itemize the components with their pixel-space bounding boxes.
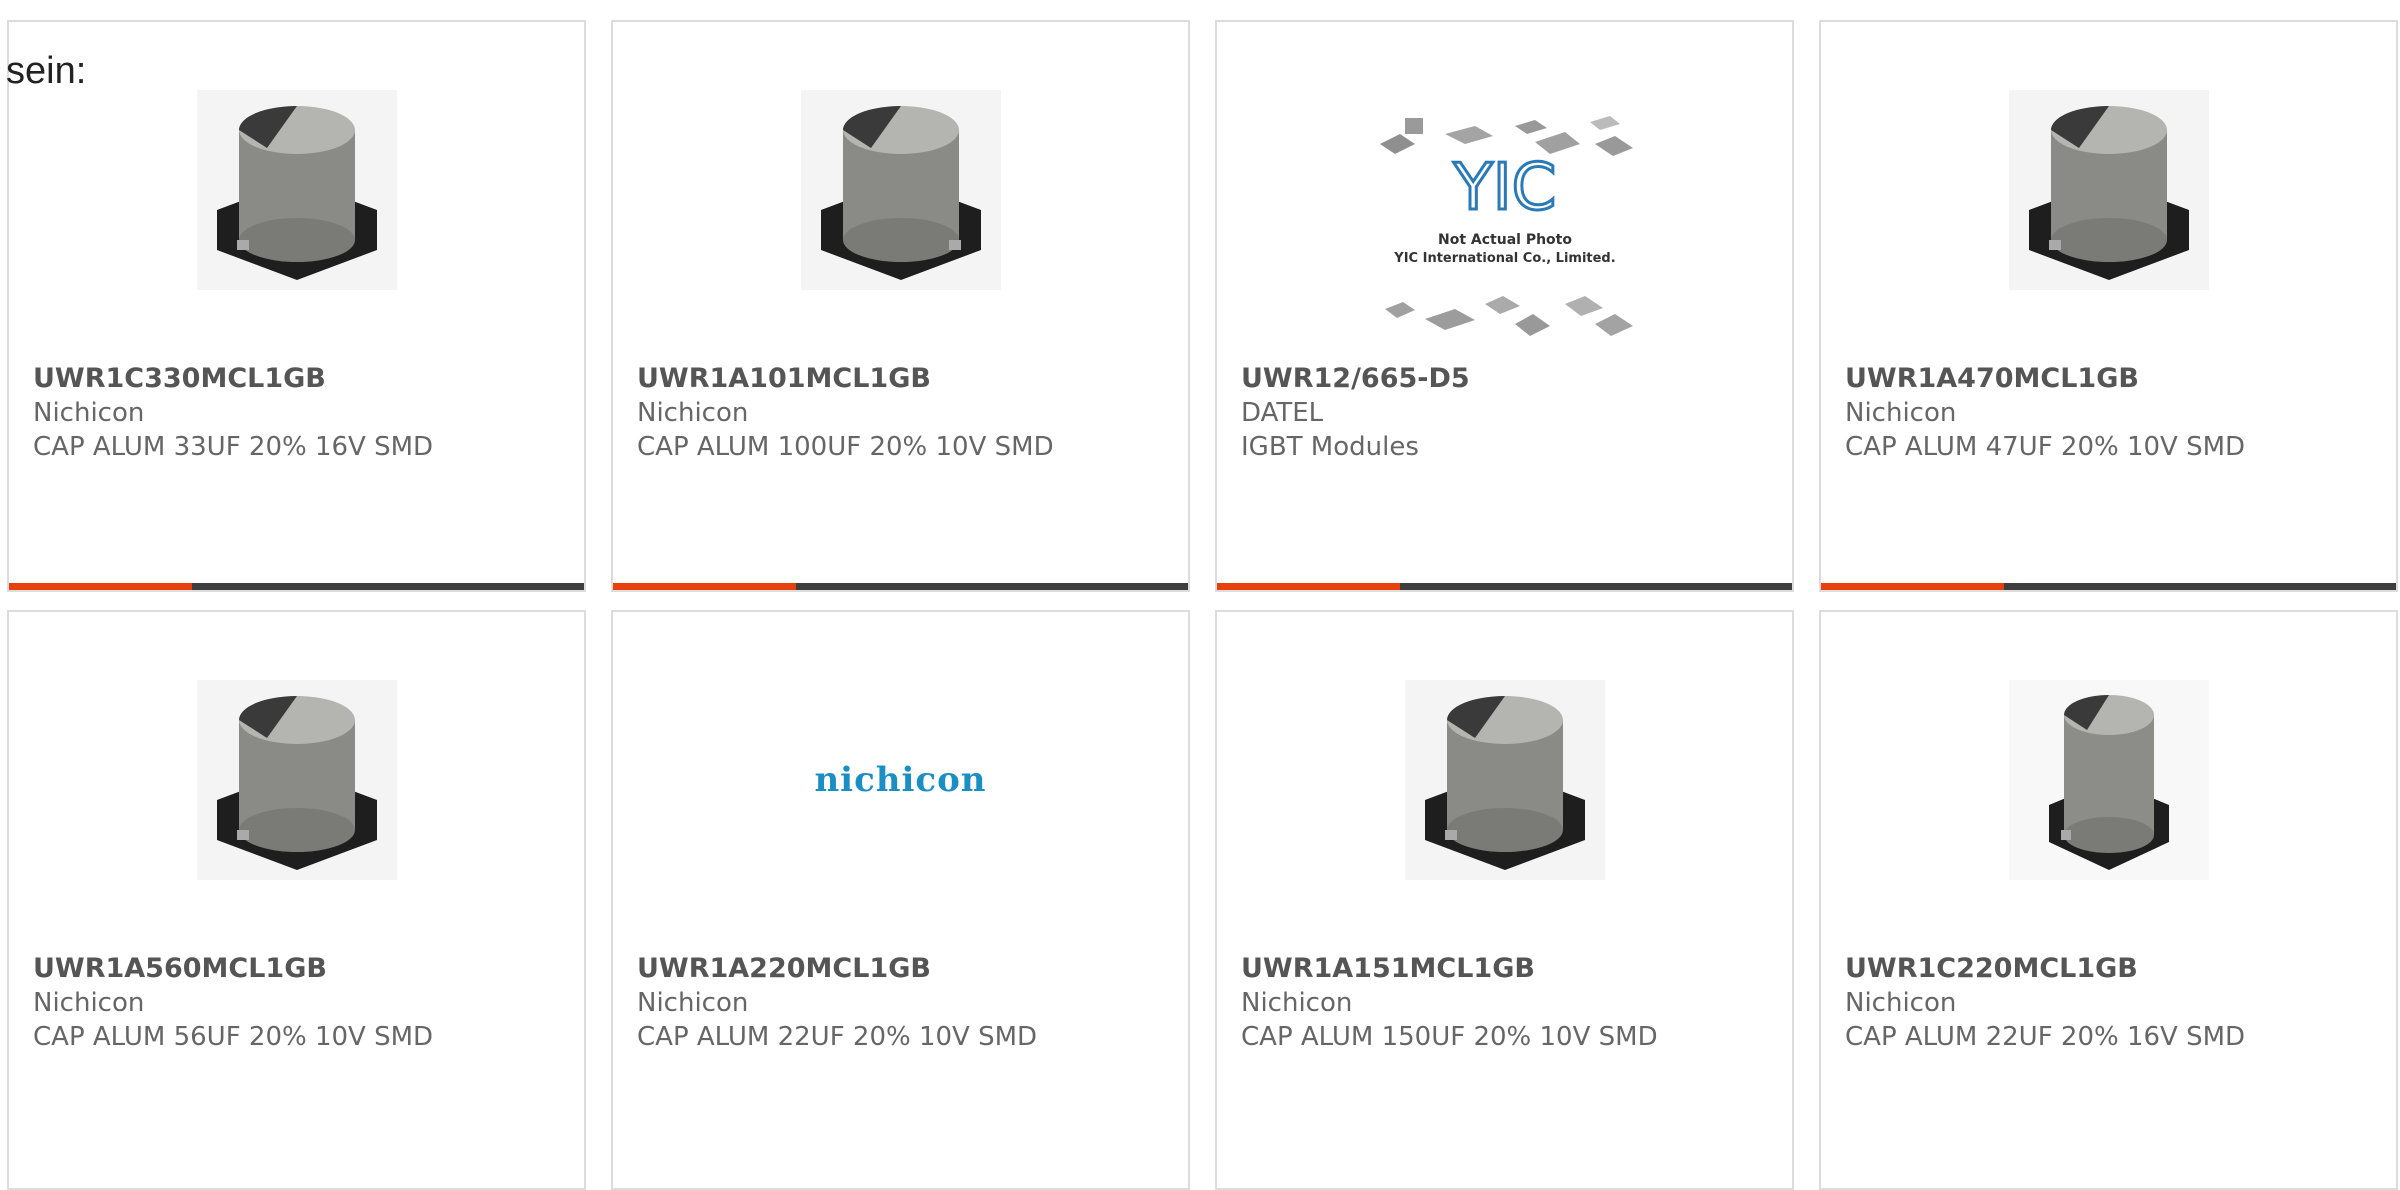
manufacturer: DATEL [1241,398,1324,428]
part-number[interactable]: UWR1C330MCL1GB [33,362,564,396]
product-card[interactable]: UWR1C330MCL1GB Nichicon CAP ALUM 33UF 20… [7,20,586,592]
intro-text: sein: [6,50,87,92]
product-grid: UWR1C330MCL1GB Nichicon CAP ALUM 33UF 20… [0,0,2400,1190]
manufacturer: Nichicon [1845,398,1957,428]
product-card[interactable]: nichicon UWR1A220MCL1GB Nichicon CAP ALU… [611,610,1190,1190]
description: CAP ALUM 22UF 20% 16V SMD [1845,1022,2246,1052]
part-number[interactable]: UWR1C220MCL1GB [1845,952,2376,986]
nichicon-logo: nichicon [814,760,987,800]
card-bar [613,583,1188,590]
description: CAP ALUM 56UF 20% 10V SMD [33,1022,434,1052]
capacitor-image[interactable] [196,680,397,880]
placeholder-line2: YIC International Co., Limited. [1393,251,1615,266]
card-bar [1821,583,2396,590]
manufacturer: Nichicon [33,398,145,428]
manufacturer: Nichicon [33,988,145,1018]
part-number[interactable]: UWR1A560MCL1GB [33,952,564,986]
card-bar-accent [9,583,192,590]
part-number[interactable]: UWR1A470MCL1GB [1845,362,2376,396]
manufacturer: Nichicon [637,398,749,428]
placeholder-image[interactable]: YIC Not Actual Photo YIC International C… [1374,114,1635,354]
card-bar-accent [1821,583,2004,590]
description: IGBT Modules [1241,432,1419,462]
nichicon-logo-image[interactable]: nichicon [771,680,1031,880]
product-card[interactable]: UWR1C220MCL1GB Nichicon CAP ALUM 22UF 20… [1819,610,2398,1190]
product-card[interactable]: UWR1A470MCL1GB Nichicon CAP ALUM 47UF 20… [1819,20,2398,592]
description: CAP ALUM 22UF 20% 10V SMD [637,1022,1038,1052]
card-bar [9,583,584,590]
part-number[interactable]: UWR12/665-D5 [1241,362,1772,396]
capacitor-image[interactable] [1404,680,1605,880]
description: CAP ALUM 150UF 20% 10V SMD [1241,1022,1658,1052]
manufacturer: Nichicon [1241,988,1353,1018]
capacitor-image[interactable] [2008,680,2209,880]
description: CAP ALUM 47UF 20% 10V SMD [1845,432,2246,462]
card-bar-accent [613,583,796,590]
part-number[interactable]: UWR1A220MCL1GB [637,952,1168,986]
part-number[interactable]: UWR1A101MCL1GB [637,362,1168,396]
manufacturer: Nichicon [637,988,749,1018]
capacitor-image[interactable] [2008,90,2209,290]
product-card[interactable]: UWR1A151MCL1GB Nichicon CAP ALUM 150UF 2… [1215,610,1794,1190]
capacitor-image[interactable] [800,90,1001,290]
description: CAP ALUM 33UF 20% 16V SMD [33,432,434,462]
product-card[interactable]: UWR1A560MCL1GB Nichicon CAP ALUM 56UF 20… [7,610,586,1190]
card-bar-accent [1217,583,1400,590]
capacitor-image[interactable] [196,90,397,290]
product-card[interactable]: YIC Not Actual Photo YIC International C… [1215,20,1794,592]
product-card[interactable]: UWR1A101MCL1GB Nichicon CAP ALUM 100UF 2… [611,20,1190,592]
manufacturer: Nichicon [1845,988,1957,1018]
placeholder-line1: Not Actual Photo [1438,232,1572,248]
description: CAP ALUM 100UF 20% 10V SMD [637,432,1054,462]
yic-logo: YIC [1452,151,1556,225]
card-bar [1217,583,1792,590]
part-number[interactable]: UWR1A151MCL1GB [1241,952,1772,986]
